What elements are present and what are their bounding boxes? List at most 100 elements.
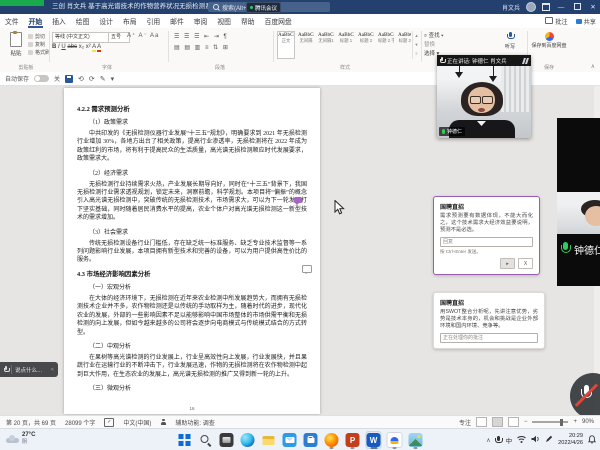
- word-count[interactable]: 28099 个字: [65, 418, 95, 427]
- baidu-netdisk-save-button[interactable]: 保存到百度网盘: [531, 32, 567, 49]
- read-mode-button[interactable]: [476, 417, 487, 427]
- redo-button[interactable]: ⟳: [89, 75, 95, 83]
- caption-collapse-button[interactable]: <: [51, 367, 54, 373]
- taskbar-edge[interactable]: [240, 431, 256, 449]
- tab-开始[interactable]: 开始: [24, 14, 48, 28]
- collapse-ribbon-icon[interactable]: ∧: [591, 63, 595, 70]
- taskbar-photos[interactable]: [408, 431, 424, 449]
- tab-设计[interactable]: 设计: [94, 14, 118, 28]
- tab-引用[interactable]: 引用: [142, 14, 166, 28]
- taskbar-start[interactable]: [177, 431, 193, 449]
- tab-帮助[interactable]: 帮助: [236, 14, 260, 28]
- tab-邮件[interactable]: 邮件: [165, 14, 189, 28]
- style-标题 2 字符[interactable]: AaBbCcD标题 2 字符: [377, 31, 395, 59]
- comment-reply-input[interactable]: [440, 333, 538, 343]
- pen-icon[interactable]: ✎: [100, 75, 106, 83]
- minimize-button[interactable]: —: [556, 4, 566, 11]
- notification-bell-icon[interactable]: [588, 435, 596, 446]
- taskbar-baidu-netdisk[interactable]: [387, 431, 403, 449]
- proofing-icon[interactable]: ✓: [104, 418, 114, 427]
- print-layout-button[interactable]: [492, 417, 503, 427]
- comment-reply-input[interactable]: [440, 237, 533, 247]
- zoom-out-button[interactable]: −: [524, 419, 528, 425]
- page-indicator[interactable]: 第 20 页，共 69 页: [6, 418, 56, 427]
- web-layout-button[interactable]: [508, 417, 519, 427]
- comment-card-active[interactable]: 国聘直招 需求预测要有数据体现，不能大而化之，这个技术需求大经济效益要说明，预测…: [433, 196, 540, 275]
- accessibility-status[interactable]: 辅助功能: 调查: [175, 418, 214, 427]
- tab-百度网盘[interactable]: 百度网盘: [260, 14, 297, 28]
- style-无间隔[interactable]: AaBbCcDx无间隔: [297, 31, 315, 59]
- paste-button[interactable]: 粘贴: [6, 32, 26, 62]
- font-format-buttons[interactable]: B I U abc x₂ x² A A: [52, 44, 101, 50]
- style-gallery-scroll[interactable]: ▲▼≡: [412, 31, 420, 59]
- focus-mode-button[interactable]: 专注: [459, 418, 471, 427]
- save-button[interactable]: [65, 75, 73, 83]
- volume-icon[interactable]: [531, 435, 540, 445]
- tab-绘图[interactable]: 绘图: [71, 14, 95, 28]
- zoom-level[interactable]: 90%: [582, 419, 594, 425]
- zoom-slider-thumb[interactable]: [560, 419, 563, 426]
- taskbar-store[interactable]: [303, 431, 319, 449]
- style-标题 1[interactable]: AaBbC标题 1: [337, 31, 355, 59]
- language-indicator[interactable]: 中文(中国): [123, 418, 151, 427]
- document-page[interactable]: 4.2.2 需求预测分析（1）政策需求中共印发的《无损检测仪器行业发展“十三五”…: [64, 88, 320, 414]
- tab-视图[interactable]: 视图: [212, 14, 236, 28]
- font-name-select[interactable]: 等线 (中文正文): [52, 32, 112, 43]
- weather-widget[interactable]: 27°C 阴: [6, 432, 35, 445]
- comment-bubble-icon[interactable]: [294, 197, 302, 203]
- account-name[interactable]: 肖文兵: [502, 3, 520, 12]
- ribbon-display-options-icon[interactable]: [542, 3, 550, 11]
- taskbar-mail[interactable]: [282, 431, 298, 449]
- avatar[interactable]: [526, 2, 536, 12]
- zoom-slider[interactable]: [532, 421, 568, 423]
- cut-button[interactable]: 剪切: [28, 33, 50, 41]
- pen-icon[interactable]: [545, 435, 553, 445]
- taskbar-search[interactable]: [198, 431, 214, 449]
- tab-审阅[interactable]: 审阅: [189, 14, 213, 28]
- taskbar-word[interactable]: W: [366, 431, 382, 449]
- wifi-icon[interactable]: [517, 435, 526, 445]
- meeting-status-badge[interactable]: 腾讯会议: [246, 2, 281, 13]
- comment-close-button[interactable]: X: [518, 258, 533, 269]
- taskbar-file-explorer[interactable]: [261, 431, 277, 449]
- comment-send-button[interactable]: ▸: [500, 258, 515, 269]
- format-painter-button[interactable]: 格式刷: [28, 49, 50, 57]
- list-buttons[interactable]: ☰ ☰ ☰ ⇤ ⇥ ¶: [174, 33, 228, 40]
- taskbar-task-view[interactable]: [219, 431, 235, 449]
- replace-button[interactable]: 替换: [424, 41, 443, 50]
- dictate-button[interactable]: 听写: [497, 32, 523, 50]
- meeting-video-window[interactable]: 正在讲话: 钟德仁 肖文兵 钟德仁: [437, 55, 531, 138]
- align-buttons[interactable]: ▤ ▤ ▥ ≡ ⇅ ⊞: [174, 44, 229, 51]
- comments-button[interactable]: 批注: [545, 17, 567, 26]
- undo-button[interactable]: ⟲: [78, 75, 84, 83]
- tab-插入[interactable]: 插入: [47, 14, 71, 28]
- zoom-in-button[interactable]: +: [573, 419, 577, 425]
- clock[interactable]: 20:29 2022/4/26: [558, 433, 583, 447]
- ime-indicator[interactable]: 中: [506, 435, 513, 445]
- taskbar-powerpoint[interactable]: P: [345, 431, 361, 449]
- tab-文件[interactable]: 文件: [0, 14, 24, 28]
- share-button[interactable]: 共享: [576, 17, 596, 26]
- taskbar-firefox[interactable]: [324, 431, 340, 449]
- restore-button[interactable]: [572, 3, 582, 12]
- tab-布局[interactable]: 布局: [118, 14, 142, 28]
- style-正文[interactable]: AaBbCcDx正文: [277, 31, 295, 59]
- qat-more-icon[interactable]: ▾: [111, 75, 115, 83]
- comment-card[interactable]: 国聘直招 用SWOT整合分析呢，先讲注意优势，劣势是技术本身的，机会和挑战是企业…: [433, 292, 545, 349]
- autosave-toggle[interactable]: [34, 75, 49, 82]
- caption-input[interactable]: 说点什么…: [15, 366, 43, 374]
- style-标题 21[interactable]: AaBbCcD标题 21: [397, 31, 411, 59]
- comment-bubble-icon[interactable]: [302, 265, 312, 273]
- style-无间隔1[interactable]: AaBbCcC无间隔1: [317, 31, 335, 59]
- close-button[interactable]: ✕: [588, 3, 598, 11]
- meeting-video-window-secondary[interactable]: 钟德仁: [557, 118, 600, 286]
- find-button[interactable]: ⌕ 查找 ▾: [424, 32, 443, 41]
- meeting-green-dot-icon: [250, 6, 253, 9]
- copy-button[interactable]: 复制: [28, 41, 50, 49]
- tray-mic-icon[interactable]: [496, 436, 501, 445]
- task-view-icon: [220, 433, 234, 447]
- font-size-buttons[interactable]: A⁺ A⁻ Aa: [127, 32, 159, 39]
- tray-overflow-chevron-icon[interactable]: ∧: [486, 437, 490, 444]
- style-标题 2[interactable]: AaBbCcD标题 2: [357, 31, 375, 59]
- meeting-caption-bar[interactable]: 说点什么… <: [0, 362, 58, 377]
